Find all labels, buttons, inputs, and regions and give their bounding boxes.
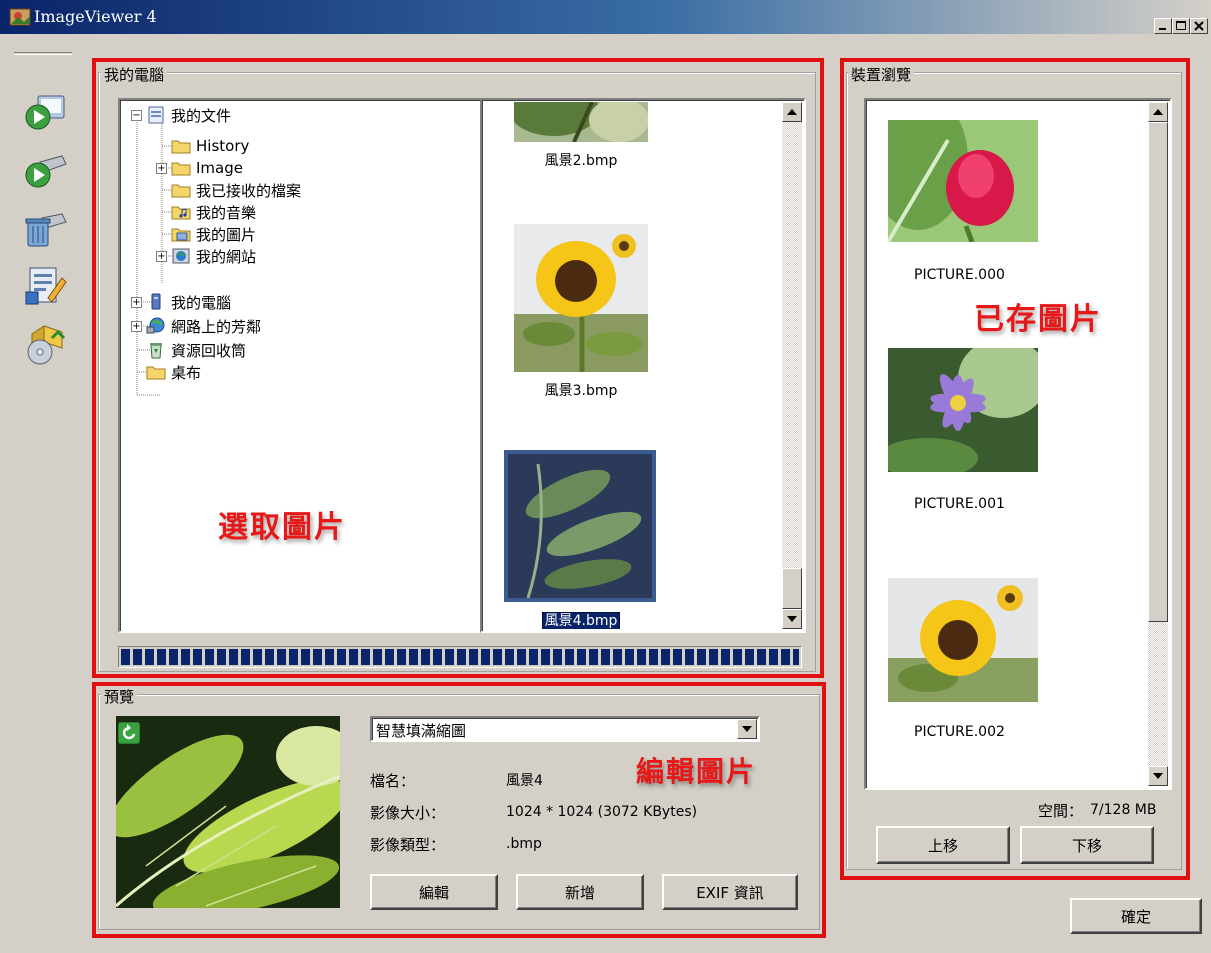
highlight-frame [92,58,824,678]
ok-button[interactable]: 確定 [1070,898,1202,934]
close-button[interactable] [1190,18,1208,34]
play-slideshow-icon[interactable] [22,90,70,134]
highlight-frame [840,58,1190,880]
edit-document-icon[interactable] [22,264,70,308]
device-delete-icon[interactable] [22,206,70,250]
send-device-icon[interactable] [22,148,70,192]
title-bar[interactable]: ImageViewer 4 [0,0,1211,34]
minimize-button[interactable] [1154,18,1172,34]
install-disc-icon[interactable] [22,322,70,366]
highlight-frame [92,682,826,938]
window-title: ImageViewer 4 [34,7,157,26]
maximize-button[interactable] [1172,18,1190,34]
toolbar-separator [14,52,72,55]
app-logo-icon [8,4,34,30]
